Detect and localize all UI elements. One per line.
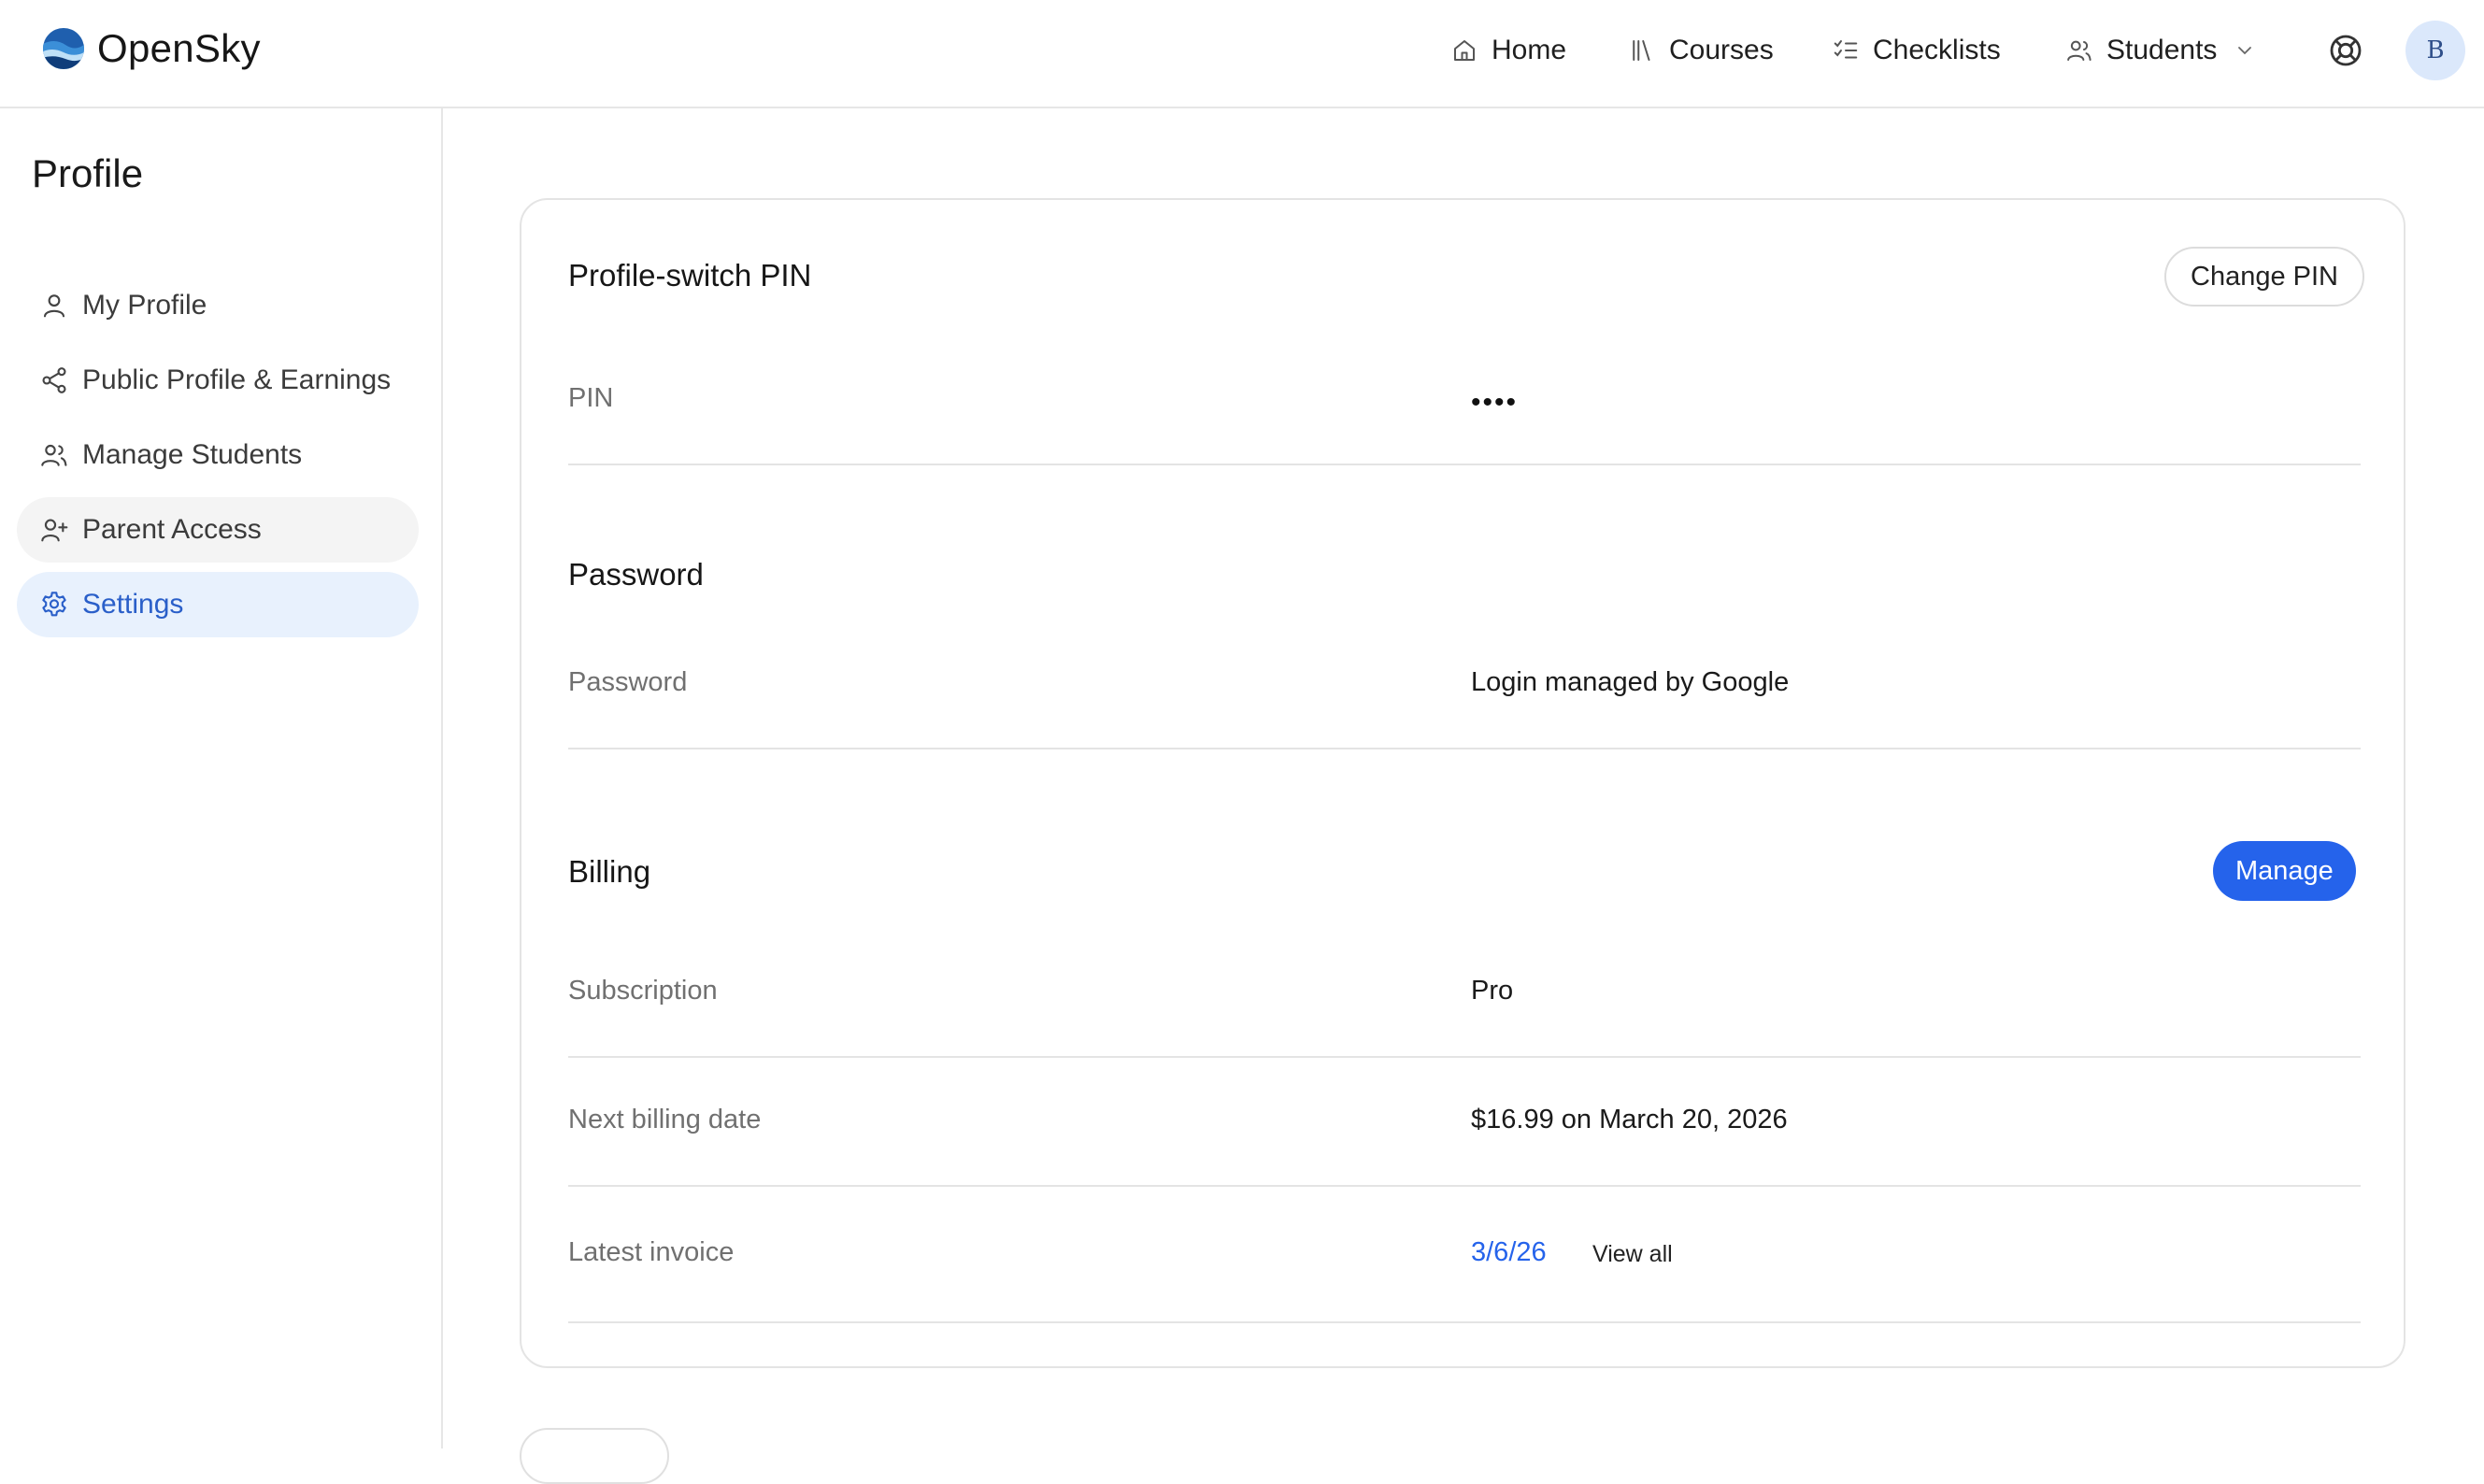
manage-billing-button[interactable]: Manage: [2213, 841, 2356, 901]
password-label: Password: [568, 667, 688, 697]
user-icon: [43, 294, 65, 318]
library-icon: [1633, 40, 1650, 61]
nav-checklists-label: Checklists: [1873, 35, 2001, 65]
avatar[interactable]: B: [2405, 21, 2465, 80]
divider: [568, 748, 2361, 749]
nav-checklists[interactable]: Checklists: [1832, 0, 2001, 101]
settings-card: Profile-switch PIN Change PIN PIN •••• P…: [520, 198, 2405, 1368]
opensky-logo-icon: [43, 28, 84, 69]
gear-icon: [42, 592, 66, 617]
view-all-invoices-link[interactable]: View all: [1592, 1241, 1673, 1268]
sidebar: Profile My Profile Public Profile & Earn…: [0, 108, 443, 1448]
checklist-icon: [1834, 40, 1858, 59]
password-section-title: Password: [568, 557, 704, 592]
nav-home-label: Home: [1492, 35, 1567, 65]
subscription-label: Subscription: [568, 976, 718, 1006]
next-billing-label: Next billing date: [568, 1105, 762, 1134]
sidebar-item-public-profile[interactable]: Public Profile & Earnings: [17, 348, 419, 413]
divider: [568, 464, 2361, 465]
sidebar-item-label: Manage Students: [82, 439, 303, 470]
users-icon: [2067, 40, 2091, 61]
logo[interactable]: OpenSky: [41, 26, 261, 71]
sidebar-item-label: Settings: [82, 589, 184, 620]
latest-invoice-label: Latest invoice: [568, 1237, 735, 1267]
nav-courses-label: Courses: [1669, 35, 1774, 65]
sidebar-title: Profile: [32, 151, 144, 195]
nav-home[interactable]: Home: [1450, 0, 1566, 101]
pin-section-title: Profile-switch PIN: [568, 258, 812, 293]
divider: [568, 1185, 2361, 1187]
password-value: Login managed by Google: [1471, 667, 1790, 697]
billing-section-title: Billing: [568, 854, 651, 889]
sidebar-item-parent-access[interactable]: Parent Access: [17, 497, 419, 563]
change-pin-button[interactable]: Change PIN: [2164, 247, 2364, 307]
users-icon: [41, 444, 67, 466]
top-header: OpenSky Home Courses Checklists Students…: [0, 0, 2484, 108]
chevron-down-icon: [2238, 47, 2252, 55]
divider: [568, 1321, 2361, 1323]
sidebar-item-settings[interactable]: Settings: [17, 572, 419, 637]
sidebar-item-label: Parent Access: [82, 514, 262, 545]
divider: [568, 1056, 2361, 1058]
sidebar-item-manage-students[interactable]: Manage Students: [17, 422, 419, 488]
latest-invoice-link[interactable]: 3/6/26: [1471, 1237, 1547, 1268]
pin-value: ••••: [1471, 387, 1519, 418]
nav-students-label: Students: [2106, 35, 2218, 65]
partial-button[interactable]: [520, 1428, 669, 1484]
help-lifebuoy-icon[interactable]: [2327, 32, 2364, 69]
home-icon: [1454, 40, 1475, 61]
nav-students[interactable]: Students: [2065, 0, 2256, 101]
app-name: OpenSky: [97, 26, 261, 70]
share-icon: [42, 367, 66, 393]
nav-courses[interactable]: Courses: [1628, 0, 1774, 101]
sidebar-item-my-profile[interactable]: My Profile: [17, 273, 419, 338]
sidebar-item-label: My Profile: [82, 290, 207, 321]
sidebar-item-label: Public Profile & Earnings: [82, 364, 392, 395]
user-plus-icon: [41, 519, 68, 542]
subscription-value: Pro: [1471, 976, 1514, 1006]
pin-label: PIN: [568, 383, 614, 413]
next-billing-value: $16.99 on March 20, 2026: [1471, 1105, 1788, 1134]
